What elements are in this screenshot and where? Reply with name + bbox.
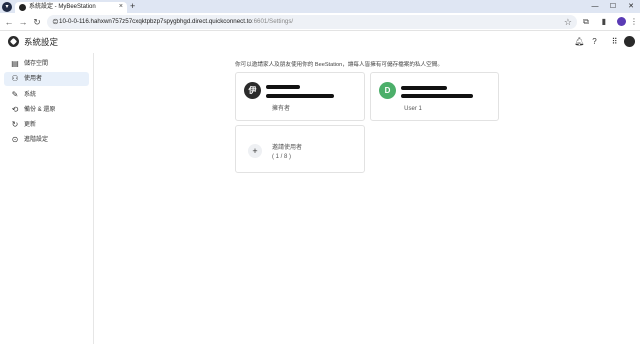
storage-icon: ▤ (11, 59, 19, 68)
sidebar-item-advanced[interactable]: ⊙ 進階設定 (4, 133, 89, 147)
add-user-icon[interactable]: + (248, 144, 262, 158)
bookmark-star-icon[interactable]: ☆ (564, 16, 572, 28)
url-host: 10-0-0-116.hahxwn757z57cxqktpbzp7spygbhg… (59, 18, 252, 25)
sidepanel-icon[interactable]: ▮ (598, 16, 610, 28)
address-bar[interactable]: ⊜ 10-0-0-116.hahxwn757z57cxqktpbzp7spygb… (47, 15, 577, 29)
sidebar-item-users[interactable]: ⚇ 使用者 (4, 72, 89, 86)
maximize-icon[interactable]: ☐ (604, 0, 622, 13)
help-icon[interactable]: ? (589, 36, 600, 47)
tab-strip: ▾ 系統設定 - MyBeeStation × + — ☐ ✕ (0, 0, 640, 13)
tab-search-icon[interactable]: ▾ (2, 2, 12, 12)
browser-toolbar: ← → ↻ ⊜ 10-0-0-116.hahxwn757z57cxqktpbzp… (0, 13, 640, 31)
tab-close-icon[interactable]: × (119, 3, 123, 11)
redacted-name (401, 86, 447, 90)
user-card-user1[interactable]: D User 1 (370, 72, 499, 121)
invite-user-card[interactable]: + 邀請使用者 ( 1 / 8 ) (235, 125, 365, 173)
invite-user-label: 邀請使用者 (272, 145, 303, 151)
menu-kebab-icon[interactable]: ⋮ (628, 16, 640, 28)
browser-tab[interactable]: 系統設定 - MyBeeStation × (15, 2, 127, 13)
sidebar-item-label: 系統 (24, 92, 37, 98)
back-icon[interactable]: ← (3, 16, 15, 28)
minimize-icon[interactable]: — (586, 0, 604, 13)
url-text: 10-0-0-116.hahxwn757z57cxqktpbzp7spygbhg… (59, 18, 293, 26)
main-content: 你可以邀請家人及朋友使用你的 BeeStation，讓每人皆擁有可儲存檔案的私人… (95, 53, 640, 344)
sidebar: ▤ 儲存空間 ⚇ 使用者 ✎ 系統 ⟲ 備份 & 還原 ↻ 更新 ⊙ 進階設定 (0, 53, 94, 344)
sidebar-item-backup[interactable]: ⟲ 備份 & 還原 (4, 103, 89, 117)
site-info-icon[interactable]: ⊜ (52, 17, 59, 27)
url-path: :6601/Settings/ (251, 18, 294, 25)
advanced-settings-icon: ⊙ (11, 135, 19, 144)
notification-bell-icon[interactable]: 🔔︎ (574, 36, 585, 47)
close-window-icon[interactable]: ✕ (622, 0, 640, 13)
sidebar-item-storage[interactable]: ▤ 儲存空間 (4, 57, 89, 71)
sidebar-item-label: 進階設定 (24, 137, 49, 143)
users-intro-text: 你可以邀請家人及朋友使用你的 BeeStation，讓每人皆擁有可儲存檔案的私人… (235, 62, 443, 68)
user-role: 擁有者 (271, 106, 290, 112)
sidebar-item-label: 使用者 (24, 76, 43, 82)
forward-icon[interactable]: → (17, 16, 29, 28)
sidebar-item-system[interactable]: ✎ 系統 (4, 88, 89, 102)
sidebar-item-label: 更新 (24, 122, 37, 128)
redacted-email (266, 94, 334, 98)
apps-grid-icon[interactable]: ⠿ (609, 36, 620, 47)
sidebar-item-label: 備份 & 還原 (24, 107, 56, 113)
user-role: User 1 (404, 106, 422, 112)
browser-window: ▾ 系統設定 - MyBeeStation × + — ☐ ✕ ← → ↻ ⊜ … (0, 0, 640, 344)
extensions-icon[interactable]: ⧉ (580, 16, 592, 28)
page-title: 系統設定 (24, 37, 59, 47)
app-header: 系統設定 🔔︎ ? ⠿ (0, 31, 640, 53)
user-avatar: 伊 (244, 82, 261, 99)
redacted-email (401, 94, 473, 98)
update-icon: ↻ (11, 120, 19, 129)
sidebar-item-update[interactable]: ↻ 更新 (4, 118, 89, 132)
redacted-name (266, 85, 300, 89)
beestation-logo-icon (8, 36, 19, 47)
profile-avatar[interactable] (617, 17, 626, 26)
user-card-owner[interactable]: 伊 擁有者 (235, 72, 365, 121)
account-avatar[interactable] (624, 36, 635, 47)
new-tab-button[interactable]: + (130, 1, 135, 11)
invite-user-count: ( 1 / 8 ) (272, 154, 292, 160)
sidebar-item-label: 儲存空間 (24, 61, 49, 67)
beestation-favicon-icon (19, 4, 26, 11)
user-icon: ⚇ (11, 74, 19, 83)
wrench-icon: ✎ (11, 90, 19, 99)
window-controls: — ☐ ✕ (586, 0, 640, 13)
tab-title: 系統設定 - MyBeeStation (29, 4, 96, 10)
user-avatar: D (379, 82, 396, 99)
reload-icon[interactable]: ↻ (31, 16, 43, 28)
backup-icon: ⟲ (11, 105, 19, 114)
